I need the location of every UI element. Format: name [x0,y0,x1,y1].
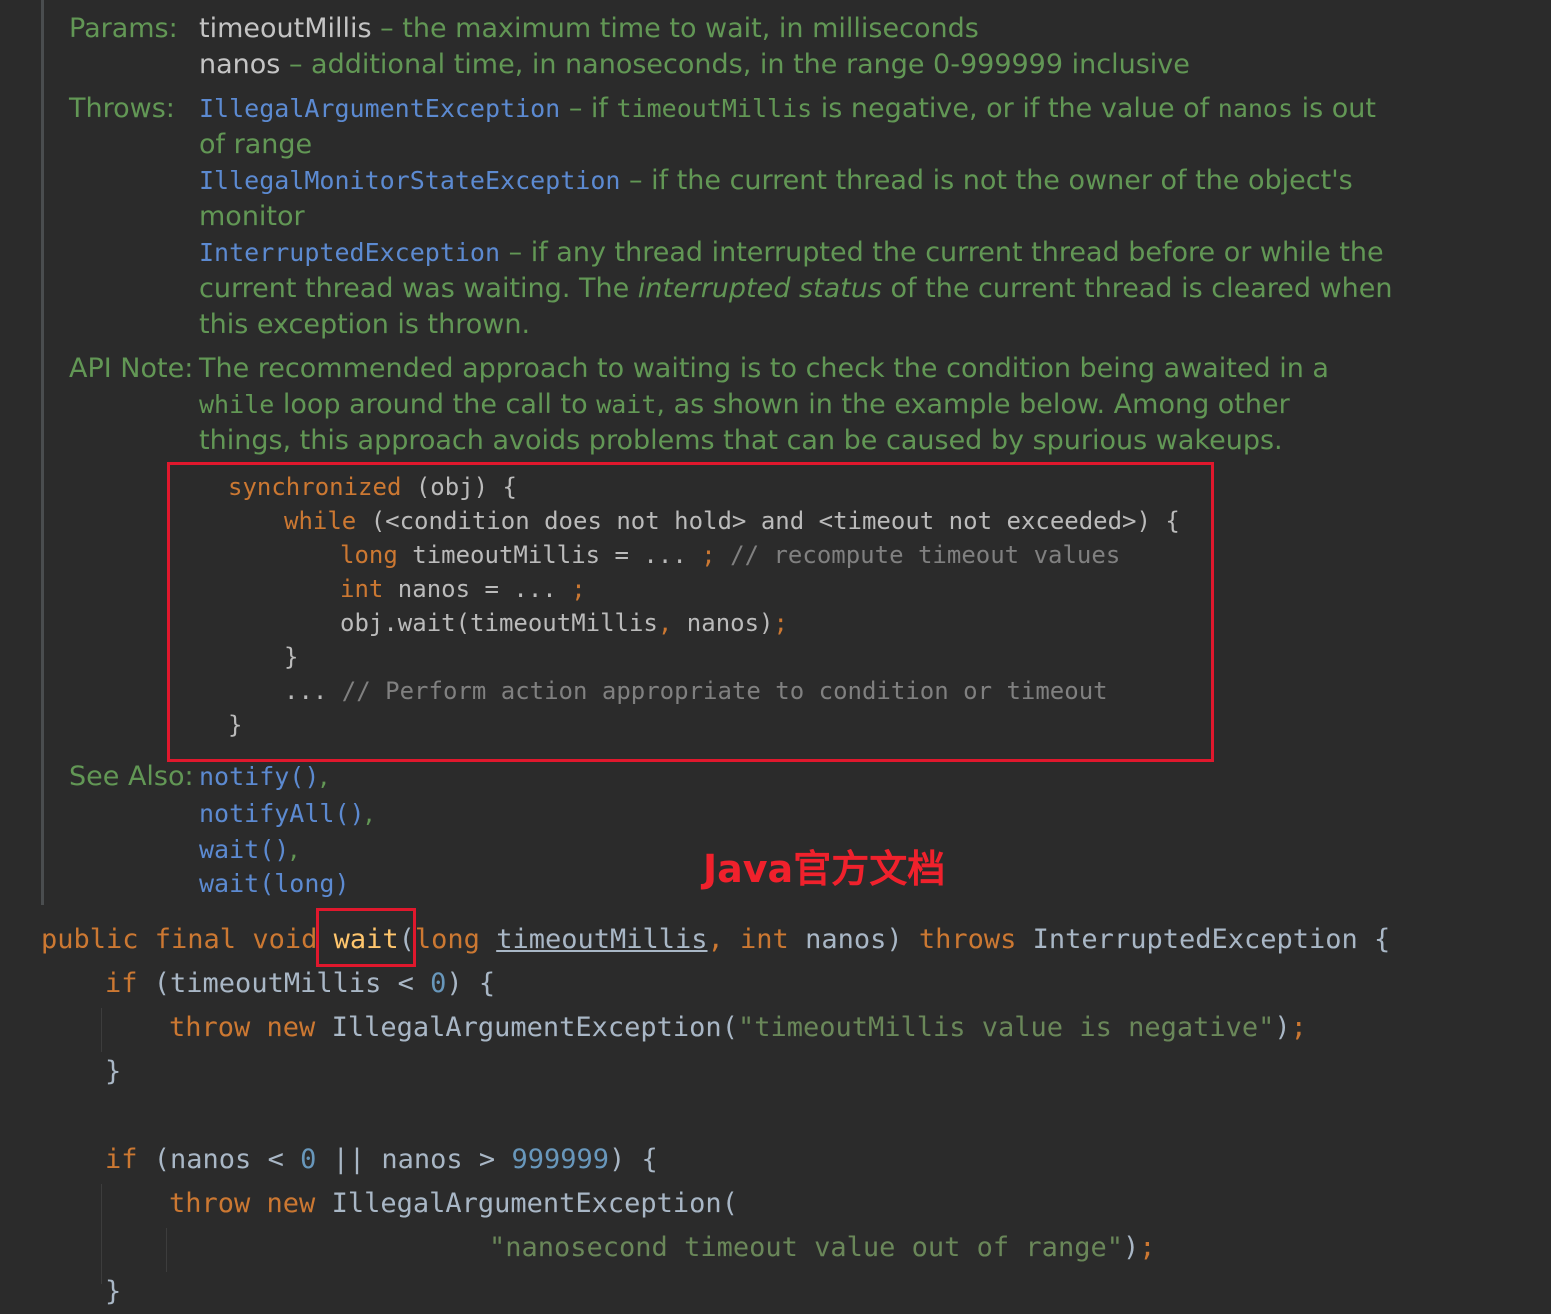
separator: , [319,761,329,792]
keyword: throw new [169,1188,332,1219]
throws-desc: is out [1293,93,1376,124]
code-text: || nanos > [316,1144,512,1175]
number: 0 [300,1144,317,1175]
see-also-link[interactable]: wait(long) [199,869,350,898]
indent-guide [166,1228,167,1272]
throws-desc-continued: of range [199,129,313,160]
inline-code: wait [596,390,657,419]
throws-desc-continued: this exception is thrown. [199,309,531,340]
api-note-label: API Note: [69,353,194,384]
code-text: IllegalArgumentException( [331,1188,738,1219]
throws-interrupted: InterruptedException – if any thread int… [199,235,1384,271]
code-line: throw new IllegalArgumentException( [169,1182,738,1226]
annotation-label: Java官方文档 [703,847,946,891]
throws-desc: of the current thread is cleared when [881,273,1393,304]
code-text: (nanos < [153,1144,301,1175]
indent-guide [101,1184,102,1284]
semicolon: ; [1290,1012,1307,1043]
string: "timeoutMillis value is negative" [737,1012,1275,1043]
code-line: if (timeoutMillis < 0) { [105,962,495,1006]
code-line: } [105,1276,122,1307]
param-name: timeoutMillis [496,924,708,955]
code-line: throw new IllegalArgumentException("time… [169,1006,1307,1050]
api-note-text: things, this approach avoids problems th… [199,425,1283,456]
see-also-label: See Also: [69,761,194,792]
param-desc: – the maximum time to wait, in milliseco… [371,13,979,44]
method-highlight-box [316,908,416,967]
number: 0 [430,968,447,999]
see-also-link[interactable]: wait() [199,835,289,864]
param-name: timeoutMillis [199,13,372,44]
code-line: "nanosecond timeout value out of range")… [489,1226,1156,1270]
throws-desc: – if any thread interrupted the current … [500,237,1384,268]
throws-illegalmonitor: IllegalMonitorStateException – if the cu… [199,163,1353,199]
throws-desc-continued: current thread was waiting. The interrup… [199,271,1393,307]
code-text: IllegalArgumentException( [331,1012,738,1043]
keyword: throw new [169,1012,332,1043]
api-note-text-part: loop around the call to [274,389,597,420]
code-text: nanos) [805,924,919,955]
api-note-text-part: , as shown in the example below. Among o… [656,389,1290,420]
code-text: ) { [608,1144,658,1175]
see-also-item: wait(long) [199,866,350,902]
comma: , [707,924,741,955]
code-line: } [105,1056,122,1087]
exception-link[interactable]: IllegalMonitorStateException [199,166,620,195]
semicolon: ; [1139,1232,1156,1263]
inline-code: timeoutMillis [616,94,813,123]
see-also-link[interactable]: notifyAll() [199,799,365,828]
throws-label: Throws: [69,93,175,124]
code-text: ) [1122,1232,1140,1263]
param-desc: – additional time, in nanoseconds, in th… [280,49,1190,80]
throws-illegalargument: IllegalArgumentException – if timeoutMil… [199,91,1376,127]
keyword: if [105,968,154,999]
italic-term: interrupted status [637,273,882,304]
keyword: int [740,924,806,955]
keyword: if [105,1144,154,1175]
param-name: nanos [199,49,281,80]
code-text: ) { [446,968,496,999]
throws-desc-continued: monitor [199,201,305,232]
number: 999999 [511,1144,609,1175]
indent-guide [101,1008,102,1052]
param-timeoutmillis: timeoutMillis – the maximum time to wait… [199,11,979,47]
inline-code: nanos [1217,94,1294,123]
separator: , [364,798,374,829]
params-label: Params: [69,13,178,44]
throws-desc: – if the current thread is not the owner… [620,165,1353,196]
exception-link[interactable]: InterruptedException [199,238,500,267]
throws-desc: is negative, or if the value of [812,93,1218,124]
see-also-link[interactable]: notify() [199,762,319,791]
code-text: (timeoutMillis < [153,968,431,999]
throws-desc: – if [560,93,617,124]
see-also-item: notifyAll(), [199,796,373,832]
keyword: public final void [41,924,334,955]
api-note-text: The recommended approach to waiting is t… [199,353,1329,384]
keyword: long [414,924,497,955]
code-text: ) [1274,1012,1291,1043]
api-note-text: while loop around the call to wait, as s… [199,387,1290,423]
example-highlight-box [167,462,1214,762]
string: "nanosecond timeout value out of range" [489,1232,1123,1263]
see-also-item: notify(), [199,759,328,795]
separator: , [289,834,298,865]
param-nanos: nanos – additional time, in nanoseconds,… [199,47,1190,83]
method-signature: public final void wait(long timeoutMilli… [41,918,1390,962]
code-text: InterruptedException { [1032,924,1391,955]
throws-desc: current thread was waiting. The [199,273,638,304]
keyword: throws [918,924,1033,955]
inline-code: while [199,390,275,419]
doc-comment-gutter-bar [41,0,44,905]
see-also-item: wait(), [199,832,298,868]
code-line: if (nanos < 0 || nanos > 999999) { [105,1138,658,1182]
exception-link[interactable]: IllegalArgumentException [199,94,560,123]
